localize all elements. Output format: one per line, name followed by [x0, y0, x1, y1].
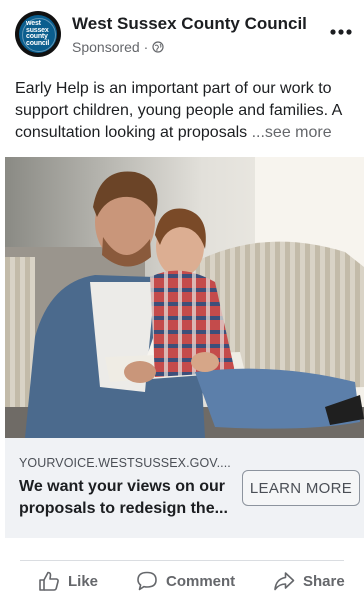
like-label: Like	[68, 572, 99, 590]
comment-label: Comment	[166, 572, 236, 590]
more-options-icon[interactable]	[328, 22, 354, 42]
council-logo-icon: west sussex county council	[19, 15, 57, 53]
logo-word-1: west	[26, 20, 41, 27]
post-actions: Like Comment Share	[0, 562, 364, 596]
see-more-link[interactable]: ...see more	[252, 124, 332, 141]
like-button[interactable]: Like	[38, 568, 98, 594]
action-divider	[20, 560, 344, 561]
ad-image[interactable]	[5, 157, 364, 438]
page-avatar[interactable]: west sussex county council	[15, 11, 61, 57]
comment-bubble-icon	[136, 570, 158, 592]
learn-more-button[interactable]: LEARN MORE	[242, 470, 360, 506]
sponsored-label[interactable]: Sponsored ·	[72, 39, 148, 55]
comment-button[interactable]: Comment	[136, 568, 235, 594]
globe-icon	[152, 41, 164, 53]
link-card[interactable]: YOURVOICE.WESTSUSSEX.GOV.... We want you…	[5, 438, 364, 538]
share-label: Share	[303, 572, 345, 590]
post-text: Early Help is an important part of our w…	[15, 78, 360, 144]
logo-word-3: county	[26, 33, 48, 40]
thumbs-up-icon	[38, 570, 60, 592]
sponsored-line: Sponsored ·	[72, 39, 164, 55]
link-title[interactable]: We want your views on our proposals to r…	[19, 476, 234, 520]
link-domain: YOURVOICE.WESTSUSSEX.GOV....	[19, 456, 231, 470]
page-name-link[interactable]: West Sussex County Council	[72, 14, 307, 34]
logo-word-2: sussex	[26, 26, 49, 34]
share-button[interactable]: Share	[273, 568, 345, 594]
post-header: west sussex county council West Sussex C…	[0, 0, 364, 72]
logo-word-4: council	[26, 39, 50, 47]
share-arrow-icon	[273, 570, 295, 592]
